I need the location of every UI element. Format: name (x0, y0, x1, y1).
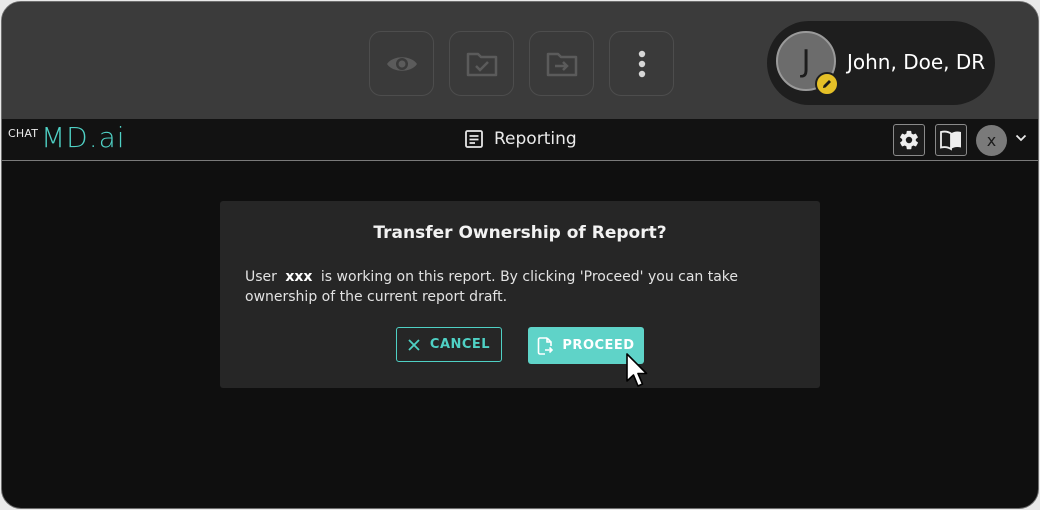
settings-button[interactable] (893, 124, 925, 156)
user-profile-pill[interactable]: J John, Doe, DR (767, 21, 995, 105)
message-prefix: User (245, 269, 277, 285)
documentation-button[interactable] (935, 124, 967, 156)
avatar-initial: J (801, 43, 811, 79)
logo-prefix: CHAT (8, 127, 39, 140)
dialog-title: Transfer Ownership of Report? (373, 223, 667, 243)
dialog-message: User xxx is working on this report. By c… (245, 267, 810, 307)
cancel-label: CANCEL (429, 337, 491, 352)
transfer-ownership-dialog: Transfer Ownership of Report? User xxx i… (220, 201, 820, 388)
folder-arrow-icon (546, 52, 577, 76)
logo-main: MD.ai (41, 121, 126, 154)
proceed-label: PROCEED (562, 338, 635, 353)
more-options-button[interactable] (609, 31, 674, 96)
edit-badge (815, 72, 839, 96)
save-to-folder-button[interactable] (449, 31, 514, 96)
app-frame: J John, Doe, DR CHAT MD.ai Reporting x T… (1, 1, 1039, 509)
eye-icon (386, 56, 417, 71)
chevron-down-icon[interactable] (1015, 134, 1027, 142)
close-icon (408, 338, 420, 351)
gear-icon (900, 130, 918, 150)
document-icon (465, 130, 483, 148)
preview-button[interactable] (369, 31, 434, 96)
message-suffix: is working on this report. By clicking '… (245, 269, 739, 305)
app-header: CHAT MD.ai Reporting x (2, 119, 1038, 161)
mouse-cursor-icon (626, 353, 648, 387)
cancel-button[interactable]: CANCEL (396, 327, 502, 362)
move-to-folder-button[interactable] (529, 31, 594, 96)
account-avatar[interactable]: x (976, 125, 1007, 156)
message-user: xxx (285, 269, 313, 285)
pencil-icon (823, 80, 831, 88)
folder-check-icon (466, 52, 497, 76)
file-transfer-icon (538, 336, 554, 355)
page-title: Reporting (494, 129, 577, 149)
page-title-group: Reporting (464, 129, 577, 149)
user-name: John, Doe, DR (847, 50, 986, 74)
top-toolbar: J John, Doe, DR (2, 2, 1038, 119)
book-icon (940, 130, 961, 151)
account-avatar-initial: x (986, 131, 997, 150)
more-vertical-icon (638, 50, 645, 77)
